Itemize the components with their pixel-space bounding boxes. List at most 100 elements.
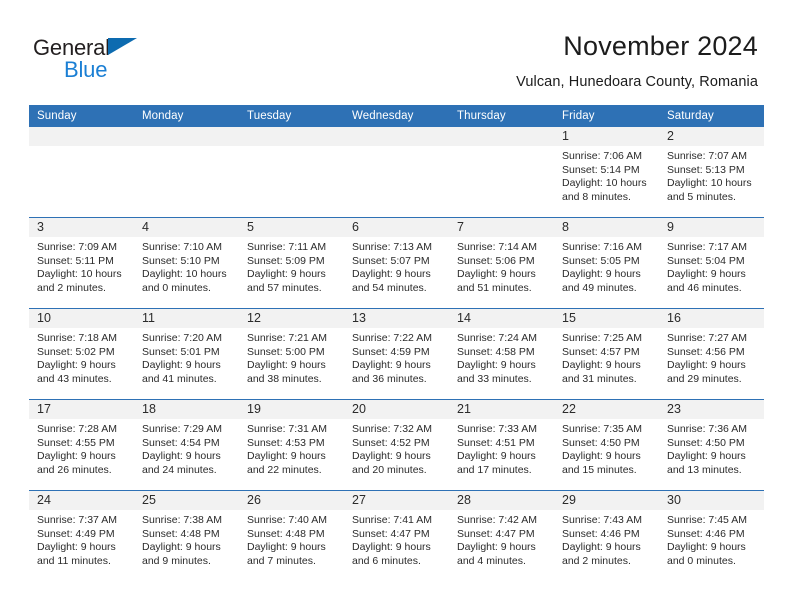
daylight-duration-line2: and 17 minutes.	[457, 463, 532, 476]
daylight-duration-line1: Daylight: 9 hours	[37, 359, 116, 372]
weekday-header-thursday: Thursday	[449, 105, 554, 127]
daylight-duration-line1: Daylight: 9 hours	[247, 359, 326, 372]
sunset-time: Sunset: 5:13 PM	[667, 163, 745, 176]
calendar-day-cell[interactable]: 3 Sunrise: 7:09 AM Sunset: 5:11 PM Daylight…	[29, 217, 134, 309]
daylight-duration-line1: Daylight: 9 hours	[667, 359, 746, 372]
calendar-day-cell[interactable]: 16 Sunrise: 7:27 AM Sunset: 4:56 PM Dayligh…	[659, 308, 764, 400]
day-detail: Sunrise: 7:29 AM Sunset: 4:54 PM Daylight:…	[134, 419, 239, 477]
day-detail: Sunrise: 7:06 AM Sunset: 5:14 PM Daylight:…	[554, 146, 659, 204]
sunset-time: Sunset: 4:46 PM	[667, 527, 745, 540]
calendar-day-cell[interactable]: 19 Sunrise: 7:31 AM Sunset: 4:53 PM Dayligh…	[239, 399, 344, 491]
sunset-time: Sunset: 5:09 PM	[247, 254, 325, 267]
sunrise-time: Sunrise: 7:07 AM	[667, 150, 747, 162]
calendar-day-cell[interactable]: 29 Sunrise: 7:43 AM Sunset: 4:46 PM Dayligh…	[554, 490, 659, 581]
day-detail: Sunrise: 7:42 AM Sunset: 4:47 PM Daylight:…	[449, 510, 554, 568]
daylight-duration-line1: Daylight: 10 hours	[667, 177, 752, 190]
sunset-time: Sunset: 4:54 PM	[142, 436, 220, 449]
day-detail: Sunrise: 7:36 AM Sunset: 4:50 PM Daylight:…	[659, 419, 764, 477]
daylight-duration-line2: and 26 minutes.	[37, 463, 112, 476]
calendar-day-cell[interactable]: 13 Sunrise: 7:22 AM Sunset: 4:59 PM Dayligh…	[344, 308, 449, 400]
calendar-day-cell[interactable]: 21 Sunrise: 7:33 AM Sunset: 4:51 PM Dayligh…	[449, 399, 554, 491]
daylight-duration-line2: and 20 minutes.	[352, 463, 427, 476]
day-number: 9	[659, 218, 764, 237]
calendar-day-cell[interactable]: 12 Sunrise: 7:21 AM Sunset: 5:00 PM Dayligh…	[239, 308, 344, 400]
calendar-day-cell[interactable]: 6 Sunrise: 7:13 AM Sunset: 5:07 PM Daylight…	[344, 217, 449, 309]
sunrise-time: Sunrise: 7:43 AM	[562, 514, 642, 526]
calendar-day-cell-empty	[134, 127, 239, 218]
day-number: 27	[344, 491, 449, 510]
day-number: 13	[344, 309, 449, 328]
sunrise-time: Sunrise: 7:24 AM	[457, 332, 537, 344]
day-detail: Sunrise: 7:27 AM Sunset: 4:56 PM Daylight:…	[659, 328, 764, 386]
sunrise-time: Sunrise: 7:06 AM	[562, 150, 642, 162]
day-detail: Sunrise: 7:31 AM Sunset: 4:53 PM Daylight:…	[239, 419, 344, 477]
day-number: 23	[659, 400, 764, 419]
calendar-day-cell[interactable]: 30 Sunrise: 7:45 AM Sunset: 4:46 PM Dayligh…	[659, 490, 764, 581]
sunrise-time: Sunrise: 7:33 AM	[457, 423, 537, 435]
calendar-day-cell[interactable]: 1 Sunrise: 7:06 AM Sunset: 5:14 PM Daylight…	[554, 127, 659, 218]
sunset-time: Sunset: 5:00 PM	[247, 345, 325, 358]
sunrise-time: Sunrise: 7:41 AM	[352, 514, 432, 526]
calendar-day-cell[interactable]: 10 Sunrise: 7:18 AM Sunset: 5:02 PM Dayligh…	[29, 308, 134, 400]
general-blue-logo[interactable]: General Blue	[33, 36, 233, 86]
calendar-day-cell[interactable]: 23 Sunrise: 7:36 AM Sunset: 4:50 PM Dayligh…	[659, 399, 764, 491]
sunset-time: Sunset: 5:05 PM	[562, 254, 640, 267]
sunset-time: Sunset: 5:11 PM	[37, 254, 114, 267]
day-number: 10	[29, 309, 134, 328]
daylight-duration-line2: and 46 minutes.	[667, 281, 742, 294]
day-detail: Sunrise: 7:21 AM Sunset: 5:00 PM Daylight:…	[239, 328, 344, 386]
calendar-day-cell[interactable]: 24 Sunrise: 7:37 AM Sunset: 4:49 PM Dayligh…	[29, 490, 134, 581]
day-detail: Sunrise: 7:14 AM Sunset: 5:06 PM Daylight:…	[449, 237, 554, 295]
sunset-time: Sunset: 4:48 PM	[142, 527, 220, 540]
calendar-day-cell[interactable]: 7 Sunrise: 7:14 AM Sunset: 5:06 PM Daylight…	[449, 217, 554, 309]
calendar-day-cell[interactable]: 9 Sunrise: 7:17 AM Sunset: 5:04 PM Daylight…	[659, 217, 764, 309]
daylight-duration-line2: and 2 minutes.	[562, 554, 631, 567]
daylight-duration-line1: Daylight: 9 hours	[457, 268, 536, 281]
day-detail: Sunrise: 7:09 AM Sunset: 5:11 PM Daylight:…	[29, 237, 134, 295]
calendar-day-cell[interactable]: 28 Sunrise: 7:42 AM Sunset: 4:47 PM Dayligh…	[449, 490, 554, 581]
sunrise-time: Sunrise: 7:22 AM	[352, 332, 432, 344]
sunset-time: Sunset: 4:50 PM	[667, 436, 745, 449]
calendar-day-cell[interactable]: 8 Sunrise: 7:16 AM Sunset: 5:05 PM Daylight…	[554, 217, 659, 309]
calendar-day-cell[interactable]: 26 Sunrise: 7:40 AM Sunset: 4:48 PM Dayligh…	[239, 490, 344, 581]
day-number: 26	[239, 491, 344, 510]
sunrise-time: Sunrise: 7:13 AM	[352, 241, 432, 253]
daylight-duration-line1: Daylight: 9 hours	[247, 450, 326, 463]
day-number: 5	[239, 218, 344, 237]
sunrise-time: Sunrise: 7:14 AM	[457, 241, 537, 253]
calendar-day-cell[interactable]: 18 Sunrise: 7:29 AM Sunset: 4:54 PM Dayligh…	[134, 399, 239, 491]
day-number: 1	[554, 127, 659, 146]
daylight-duration-line2: and 15 minutes.	[562, 463, 637, 476]
calendar-day-cell[interactable]: 25 Sunrise: 7:38 AM Sunset: 4:48 PM Dayligh…	[134, 490, 239, 581]
daylight-duration-line2: and 7 minutes.	[247, 554, 316, 567]
calendar-day-cell-empty	[449, 127, 554, 218]
daylight-duration-line2: and 43 minutes.	[37, 372, 112, 385]
weekday-header-row: Sunday Monday Tuesday Wednesday Thursday…	[29, 105, 764, 127]
sunset-time: Sunset: 5:07 PM	[352, 254, 430, 267]
daylight-duration-line2: and 4 minutes.	[457, 554, 526, 567]
day-number: 19	[239, 400, 344, 419]
day-number	[344, 127, 449, 146]
sunrise-time: Sunrise: 7:35 AM	[562, 423, 642, 435]
calendar-day-cell[interactable]: 20 Sunrise: 7:32 AM Sunset: 4:52 PM Dayligh…	[344, 399, 449, 491]
sunset-time: Sunset: 5:10 PM	[142, 254, 220, 267]
day-detail: Sunrise: 7:22 AM Sunset: 4:59 PM Daylight:…	[344, 328, 449, 386]
calendar-day-cell[interactable]: 5 Sunrise: 7:11 AM Sunset: 5:09 PM Daylight…	[239, 217, 344, 309]
daylight-duration-line1: Daylight: 9 hours	[247, 541, 326, 554]
calendar-day-cell[interactable]: 15 Sunrise: 7:25 AM Sunset: 4:57 PM Dayligh…	[554, 308, 659, 400]
calendar-week-row: 17 Sunrise: 7:28 AM Sunset: 4:55 PM Dayligh…	[29, 399, 764, 491]
sunset-time: Sunset: 4:52 PM	[352, 436, 430, 449]
daylight-duration-line2: and 0 minutes.	[667, 554, 736, 567]
calendar-day-cell[interactable]: 14 Sunrise: 7:24 AM Sunset: 4:58 PM Dayligh…	[449, 308, 554, 400]
calendar-day-cell[interactable]: 11 Sunrise: 7:20 AM Sunset: 5:01 PM Dayligh…	[134, 308, 239, 400]
calendar-week-row: 1 Sunrise: 7:06 AM Sunset: 5:14 PM Daylight…	[29, 127, 764, 218]
day-number: 15	[554, 309, 659, 328]
logo-text-general: General	[33, 35, 110, 60]
calendar-day-cell[interactable]: 27 Sunrise: 7:41 AM Sunset: 4:47 PM Dayligh…	[344, 490, 449, 581]
calendar-day-cell[interactable]: 2 Sunrise: 7:07 AM Sunset: 5:13 PM Daylight…	[659, 127, 764, 218]
calendar-day-cell[interactable]: 17 Sunrise: 7:28 AM Sunset: 4:55 PM Dayligh…	[29, 399, 134, 491]
daylight-duration-line1: Daylight: 9 hours	[352, 541, 431, 554]
sunrise-time: Sunrise: 7:42 AM	[457, 514, 537, 526]
calendar-day-cell[interactable]: 22 Sunrise: 7:35 AM Sunset: 4:50 PM Dayligh…	[554, 399, 659, 491]
calendar-day-cell[interactable]: 4 Sunrise: 7:10 AM Sunset: 5:10 PM Daylight…	[134, 217, 239, 309]
